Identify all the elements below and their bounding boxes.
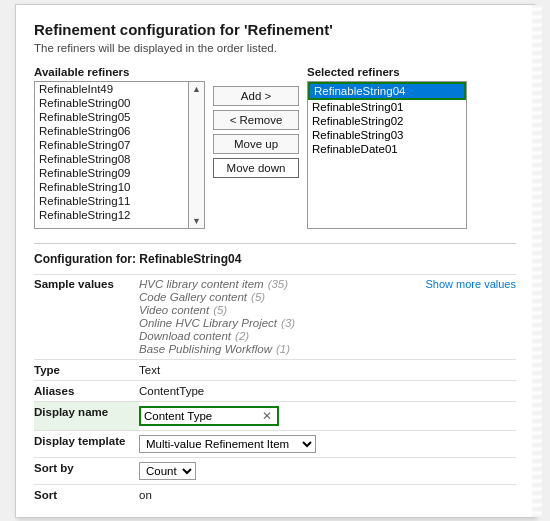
list-item[interactable]: RefinableString07 [35,138,188,152]
sample-name: Code Gallery content [139,291,247,303]
sample-values-cell: HVC library content item(35)Code Gallery… [139,274,516,359]
list-item[interactable]: RefinableString12 [35,208,188,222]
display-template-row: Display template Multi-value Refinement … [34,430,516,457]
sample-item: Online HVC Library Project (3) [139,317,426,329]
config-title: Configuration for: RefinableString04 [34,252,516,266]
sample-values-label: Sample values [34,274,139,359]
sample-grid: HVC library content item(35)Code Gallery… [139,278,516,356]
selected-refiners-label: Selected refiners [307,66,467,78]
list-item[interactable]: RefinableString00 [35,96,188,110]
clear-input-button[interactable]: ✕ [260,409,274,423]
available-refiners-list[interactable]: RefinableInt49RefinableString00Refinable… [34,81,189,229]
sample-name: Online HVC Library Project [139,317,277,329]
sample-count: (5) [213,304,227,316]
refiners-section: Available refiners RefinableInt49Refinab… [34,66,516,229]
config-table: Sample values HVC library content item (3… [34,274,516,505]
sort-label: Sort [34,484,139,505]
remove-button[interactable]: < Remove [213,110,299,130]
list-item[interactable]: RefinableString03 [308,128,466,142]
sample-item: Code Gallery content (5) [139,291,426,303]
sample-count: (2) [235,330,249,342]
list-item[interactable]: RefinableString09 [35,166,188,180]
sample-item: HVC library content item (35) [139,278,426,290]
add-button[interactable]: Add > [213,86,299,106]
list-item[interactable]: RefinableString06 [35,124,188,138]
display-name-label: Display name [34,401,139,430]
scroll-down-arrow[interactable]: ▼ [189,214,204,228]
display-name-input[interactable] [144,410,260,422]
display-template-cell: Multi-value Refinement ItemSingle-value … [139,430,516,457]
sample-count: (5) [251,291,265,303]
sample-item: Base Publishing Workflow (1) [139,343,426,355]
sort-by-row: Sort by CountName [34,457,516,484]
page-title: Refinement configuration for 'Refinement… [34,21,516,38]
main-panel: Refinement configuration for 'Refinement… [15,4,535,518]
display-name-row: Display name ✕ [34,401,516,430]
sample-items: HVC library content item(35)Code Gallery… [139,278,426,356]
sample-name: Video content [139,304,209,316]
sample-count: (1) [276,343,290,355]
sample-name: Download content [139,330,231,342]
sort-by-label: Sort by [34,457,139,484]
selected-refiners-list[interactable]: RefinableString04RefinableString01Refina… [307,81,467,229]
list-item[interactable]: RefinableString05 [35,110,188,124]
aliases-label: Aliases [34,380,139,401]
list-item[interactable]: RefinableString11 [35,194,188,208]
list-item[interactable]: RefinableString10 [35,180,188,194]
list-item[interactable]: RefinableString08 [35,152,188,166]
list-item[interactable]: RefinableInt49 [35,82,188,96]
scroll-up-arrow[interactable]: ▲ [189,82,204,96]
list-item[interactable]: RefinableString04 [308,82,466,100]
sort-partial-text: on [139,489,152,501]
selected-refiners-group: Selected refiners RefinableString04Refin… [307,66,467,229]
show-more-link[interactable]: Show more values [426,278,517,356]
list-item[interactable]: RefinableString02 [308,114,466,128]
available-scrollbar: ▲ ▼ [189,81,205,229]
available-refiners-group: Available refiners RefinableInt49Refinab… [34,66,205,229]
sample-name: HVC library content item [139,278,264,290]
aliases-row: Aliases ContentType [34,380,516,401]
sample-name: Base Publishing Workflow [139,343,272,355]
sort-row: Sort on [34,484,516,505]
display-name-input-wrapper[interactable]: ✕ [139,406,279,426]
aliases-value: ContentType [139,380,516,401]
type-label: Type [34,359,139,380]
sort-value-cell: on [139,484,516,505]
type-row: Type Text [34,359,516,380]
subtitle: The refiners will be displayed in the or… [34,42,516,54]
action-buttons: Add > < Remove Move up Move down [213,66,299,178]
sample-count: (3) [281,317,295,329]
move-up-button[interactable]: Move up [213,134,299,154]
sort-by-cell: CountName [139,457,516,484]
sample-count: (35) [268,278,288,290]
type-value: Text [139,359,516,380]
sort-by-select[interactable]: CountName [139,462,196,480]
available-refiners-label: Available refiners [34,66,205,78]
config-section: Configuration for: RefinableString04 Sam… [34,243,516,505]
display-template-label: Display template [34,430,139,457]
sample-item: Download content (2) [139,330,426,342]
sample-values-row: Sample values HVC library content item (3… [34,274,516,359]
move-down-button[interactable]: Move down [213,158,299,178]
display-name-cell: ✕ [139,401,516,430]
sample-item: Video content (5) [139,304,426,316]
list-item[interactable]: RefinableString01 [308,100,466,114]
list-item[interactable]: RefinableDate01 [308,142,466,156]
display-template-select[interactable]: Multi-value Refinement ItemSingle-value … [139,435,316,453]
